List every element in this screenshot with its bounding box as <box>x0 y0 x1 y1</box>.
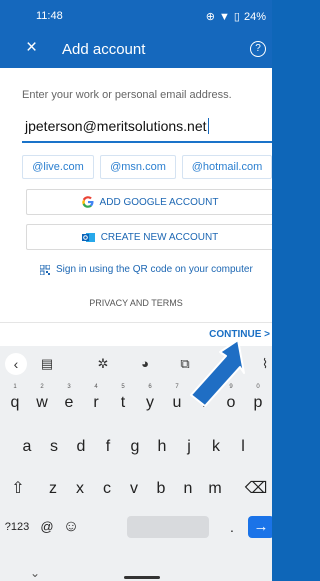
create-new-account-button[interactable]: CREATE NEW ACCOUNT <box>26 224 272 250</box>
mic-icon[interactable]: ⌇ <box>252 351 272 377</box>
more-icon[interactable]: ⋯ <box>222 351 248 377</box>
key-period[interactable]: . <box>222 510 242 544</box>
text-cursor <box>207 118 209 134</box>
qr-code-icon <box>40 264 50 275</box>
key-k[interactable]: k <box>203 430 229 464</box>
status-time: 11:48 <box>36 10 63 22</box>
key-l[interactable]: l <box>230 430 256 464</box>
wifi-icon: ▼ <box>219 10 230 23</box>
key-b[interactable]: b <box>148 472 174 506</box>
status-icons: ⊕ ▼ ▯ 24% <box>205 10 266 24</box>
suggestion-hotmail[interactable]: @hotmail.com <box>182 155 272 179</box>
on-screen-keyboard: ‹ ▤ ✲ ◕ ⧉ ⋯ ⌇ 1q 2w 3e 4r 5t 6y 7u 8i 9o… <box>0 346 272 581</box>
key-n[interactable]: n <box>175 472 201 506</box>
resize-icon[interactable]: ⧉ <box>172 351 198 377</box>
key-r[interactable]: 4r <box>83 384 109 420</box>
close-icon[interactable]: × <box>26 38 37 58</box>
key-h[interactable]: h <box>149 430 175 464</box>
suggestion-msn[interactable]: @msn.com <box>100 155 176 179</box>
location-icon: ⊕ <box>205 11 216 23</box>
emoji-icon[interactable]: ☺ <box>58 510 84 544</box>
settings-icon[interactable]: ✲ <box>90 351 116 377</box>
key-s[interactable]: s <box>41 430 67 464</box>
email-field[interactable]: jpeterson@meritsolutions.net <box>25 118 209 134</box>
email-prompt: Enter your work or personal email addres… <box>22 89 232 101</box>
key-q[interactable]: 1q <box>2 384 28 420</box>
google-icon <box>81 196 94 208</box>
key-p[interactable]: 0p <box>245 384 271 420</box>
hide-keyboard-icon[interactable]: ⌄ <box>30 566 40 580</box>
keyboard-row-2: a s d f g h j k l <box>0 430 272 464</box>
navigation-handle <box>124 576 160 579</box>
add-google-account-button[interactable]: ADD GOOGLE ACCOUNT <box>26 189 272 215</box>
keyboard-row-3: ⇧ z x c v b n m ⌫ <box>0 472 272 506</box>
key-f[interactable]: f <box>95 430 121 464</box>
app-bar: × Add account ? <box>0 32 272 68</box>
key-u[interactable]: 7u <box>164 384 190 420</box>
key-z[interactable]: z <box>40 472 66 506</box>
symbols-key[interactable]: ?123 <box>2 510 32 544</box>
outlook-icon <box>81 232 95 242</box>
key-t[interactable]: 5t <box>110 384 136 420</box>
keyboard-toolbar: ‹ ▤ ✲ ◕ ⧉ ⋯ ⌇ <box>0 351 272 377</box>
key-m[interactable]: m <box>202 472 228 506</box>
shift-icon[interactable]: ⇧ <box>2 472 34 506</box>
key-e[interactable]: 3e <box>56 384 82 420</box>
email-field-underline <box>22 141 272 143</box>
battery-level: 24% <box>243 10 266 23</box>
help-icon[interactable]: ? <box>250 41 266 57</box>
key-g[interactable]: g <box>122 430 148 464</box>
key-w[interactable]: 2w <box>29 384 55 420</box>
page-title: Add account <box>62 41 146 58</box>
add-account-form: Enter your work or personal email addres… <box>0 68 272 322</box>
key-c[interactable]: c <box>94 472 120 506</box>
privacy-and-terms-link[interactable]: PRIVACY AND TERMS <box>0 298 272 308</box>
enter-key[interactable]: → <box>248 516 272 538</box>
key-v[interactable]: v <box>121 472 147 506</box>
phone-screen: 11:48 ⊕ ▼ ▯ 24% × Add account ? Enter yo… <box>0 0 272 581</box>
key-at[interactable]: @ <box>36 510 58 544</box>
backspace-icon[interactable]: ⌫ <box>240 472 272 506</box>
battery-icon: ▯ <box>233 11 240 23</box>
create-new-account-label: CREATE NEW ACCOUNT <box>100 231 219 243</box>
continue-button[interactable]: CONTINUE > <box>209 329 270 340</box>
suggestion-live[interactable]: @live.com <box>22 155 94 179</box>
key-d[interactable]: d <box>68 430 94 464</box>
key-x[interactable]: x <box>67 472 93 506</box>
toolbar-back-icon[interactable]: ‹ <box>5 353 27 375</box>
space-key[interactable] <box>127 516 209 538</box>
key-j[interactable]: j <box>176 430 202 464</box>
status-bar: 11:48 ⊕ ▼ ▯ 24% <box>0 0 272 32</box>
key-o[interactable]: 9o <box>218 384 244 420</box>
continue-bar: CONTINUE > <box>0 322 272 347</box>
keyboard-row-1: 1q 2w 3e 4r 5t 6y 7u 8i 9o 0p <box>0 384 272 420</box>
theme-icon[interactable]: ◕ <box>132 351 158 377</box>
qr-sign-in-link[interactable]: Sign in using the QR code on your comput… <box>40 264 253 275</box>
email-value: jpeterson@meritsolutions.net <box>25 118 207 134</box>
key-i[interactable]: 8i <box>191 384 217 420</box>
add-google-account-label: ADD GOOGLE ACCOUNT <box>99 196 219 208</box>
key-a[interactable]: a <box>14 430 40 464</box>
key-y[interactable]: 6y <box>137 384 163 420</box>
clipboard-icon[interactable]: ▤ <box>34 351 60 377</box>
qr-sign-in-label: Sign in using the QR code on your comput… <box>56 264 253 275</box>
